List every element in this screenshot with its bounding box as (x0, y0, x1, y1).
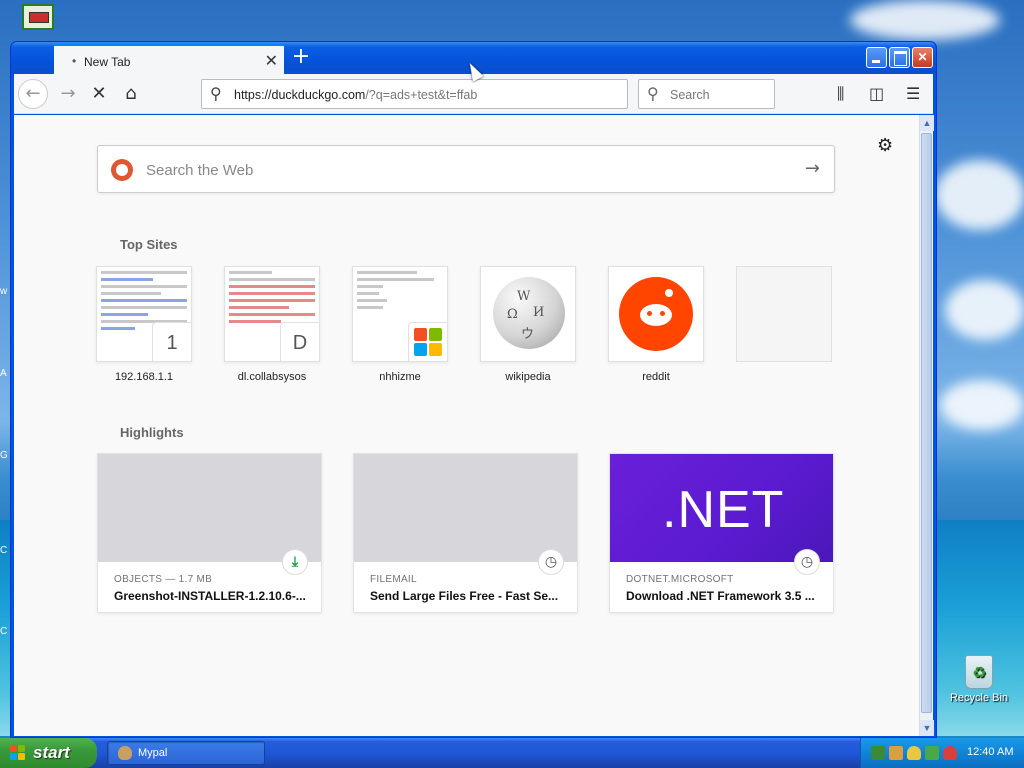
desktop-edge-text: G (0, 450, 8, 461)
site-thumbnail (608, 266, 704, 362)
maximize-button[interactable] (889, 47, 910, 68)
site-thumbnail: WΩИウ (480, 266, 576, 362)
windows-logo-icon (414, 328, 442, 356)
desktop-edge-text: w (0, 286, 8, 297)
desktop-edge-text: A (0, 368, 7, 379)
clock-icon: ◷ (794, 549, 820, 575)
empty-site-thumbnail (736, 266, 832, 362)
highlight-title: Greenshot-INSTALLER-1.2.10.6-... (114, 589, 306, 603)
site-thumbnail: D (224, 266, 320, 362)
shield-icon[interactable] (907, 746, 921, 760)
highlight-image: .NET (610, 454, 833, 562)
recycle-bin-label: Recycle Bin (949, 692, 1009, 704)
top-site-tile[interactable]: WΩИウ wikipedia (480, 266, 576, 383)
highlight-image-text: .NET (662, 481, 785, 539)
vertical-scrollbar[interactable]: ▲ ▼ (919, 115, 934, 736)
taskbar: start Mypal 12:40 AM (0, 738, 1024, 768)
highlight-card[interactable]: ◷ FILEMAIL Send Large Files Free - Fast … (353, 453, 578, 613)
start-label: start (33, 743, 70, 762)
recycle-bin[interactable]: Recycle Bin (944, 655, 1014, 704)
clock[interactable]: 12:40 AM (967, 746, 1013, 758)
highlight-title: Download .NET Framework 3.5 ... (626, 589, 815, 603)
tab-close-icon[interactable]: ✕ (265, 51, 278, 70)
top-site-tile[interactable]: reddit (608, 266, 704, 383)
new-tab-button[interactable]: + (286, 44, 316, 72)
desktop-shortcut-icon[interactable] (22, 4, 54, 30)
site-thumbnail: 1 (96, 266, 192, 362)
download-icon: ⤓ (282, 549, 308, 575)
stop-icon[interactable]: ✕ (84, 79, 114, 109)
highlight-title: Send Large Files Free - Fast Se... (370, 589, 559, 603)
network-icon[interactable] (871, 746, 885, 760)
highlights-title: Highlights (120, 425, 184, 440)
site-label: dl.collabsysos (237, 371, 307, 383)
tab-title: New Tab (84, 55, 131, 69)
back-arrow-icon[interactable]: ← (18, 79, 48, 109)
top-sites-title: Top Sites (120, 237, 178, 252)
taskbar-item-mypal[interactable]: Mypal (107, 741, 265, 765)
search-icon: ⚲ (210, 84, 222, 103)
web-search-placeholder: Search the Web (146, 162, 254, 179)
highlight-source: OBJECTS — 1.7 MB (114, 574, 213, 585)
site-label: wikipedia (505, 371, 551, 383)
highlight-card[interactable]: .NET ◷ DOTNET.MICROSOFT Download .NET Fr… (609, 453, 834, 613)
desktop-edge-text: C (0, 626, 8, 637)
scrollbar-thumb[interactable] (921, 133, 932, 713)
new-tab-page: ⚙ Search the Web → Top Sites 1 192.168.1… (14, 115, 919, 736)
duckduckgo-logo-icon (111, 159, 133, 181)
windows-logo-badge-icon (408, 322, 447, 361)
sidebar-icon[interactable]: ◫ (869, 84, 884, 103)
system-tray: 12:40 AM (860, 738, 1024, 768)
site-badge: D (280, 322, 319, 361)
search-box[interactable]: ⚲ Search (638, 79, 775, 109)
web-search-input[interactable]: Search the Web → (97, 145, 835, 193)
library-icon[interactable]: ⫼ (837, 84, 844, 104)
clock-icon: ◷ (538, 549, 564, 575)
scroll-up-icon[interactable]: ▲ (920, 115, 934, 131)
tab-loading-indicator: • (72, 54, 77, 68)
forward-arrow-icon[interactable]: → (53, 79, 83, 109)
start-button[interactable]: start (0, 738, 97, 768)
highlight-source: DOTNET.MICROSOFT (626, 574, 734, 585)
recycle-bin-icon (965, 655, 993, 689)
tray-app-icon[interactable] (889, 746, 903, 760)
url-bar[interactable]: ⚲ https://duckduckgo.com/?q=ads+test&t=f… (201, 79, 628, 109)
search-icon: ⚲ (647, 84, 659, 103)
search-placeholder: Search (670, 88, 710, 102)
wikipedia-globe-icon: WΩИウ (493, 277, 565, 349)
url-path: /?q=ads+test&t=ffab (365, 88, 478, 102)
top-site-placeholder (736, 266, 832, 362)
home-icon[interactable]: ⌂ (116, 79, 146, 109)
mypal-app-icon (118, 746, 132, 760)
desktop-edge-text: C (0, 545, 8, 556)
tab-new-tab[interactable]: • New Tab ✕ (54, 44, 284, 74)
arrow-right-icon[interactable]: → (805, 158, 820, 179)
taskbar-item-label: Mypal (138, 747, 168, 759)
site-thumbnail (352, 266, 448, 362)
close-window-button[interactable]: ✕ (912, 47, 933, 68)
security-shield-icon[interactable] (943, 746, 957, 760)
top-site-tile[interactable]: D dl.collabsysos (224, 266, 320, 383)
highlight-image (354, 454, 577, 562)
scroll-down-icon[interactable]: ▼ (920, 720, 934, 736)
minimize-button[interactable] (866, 47, 887, 68)
url-text[interactable]: https://duckduckgo.com/?q=ads+test&t=ffa… (234, 88, 477, 102)
url-host: https://duckduckgo.com (234, 88, 366, 102)
site-label: reddit (642, 371, 670, 383)
reddit-logo-icon (619, 277, 693, 351)
top-site-tile[interactable]: 1 192.168.1.1 (96, 266, 192, 383)
highlight-source: FILEMAIL (370, 574, 417, 585)
highlight-image (98, 454, 321, 562)
top-site-tile[interactable]: nhhizme (352, 266, 448, 383)
site-label: nhhizme (379, 371, 421, 383)
site-badge: 1 (152, 322, 191, 361)
hamburger-menu-icon[interactable]: ☰ (906, 84, 920, 103)
highlight-card[interactable]: ⤓ OBJECTS — 1.7 MB Greenshot-INSTALLER-1… (97, 453, 322, 613)
site-label: 192.168.1.1 (114, 371, 174, 383)
browser-window: • New Tab ✕ + ✕ ← → ✕ ⌂ ⚲ https://duckdu… (10, 41, 937, 738)
tray-app-icon[interactable] (925, 746, 939, 760)
windows-logo-icon (10, 745, 26, 761)
gear-icon[interactable]: ⚙ (877, 135, 893, 156)
